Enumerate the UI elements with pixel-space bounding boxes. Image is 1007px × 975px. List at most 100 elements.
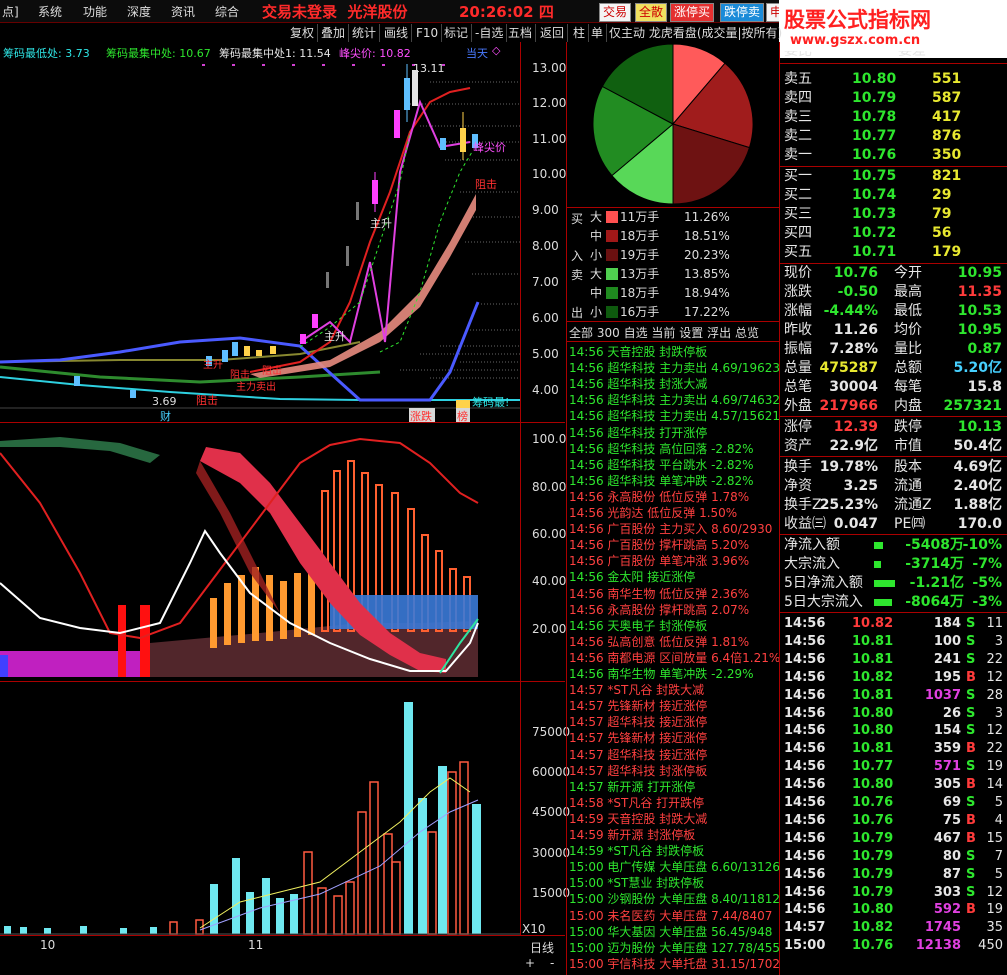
ticker-item[interactable]: 14:56 超华科技 高位回落 -2.82% <box>569 441 779 457</box>
ticker-item[interactable]: 14:59 *ST凡谷 封跌停板 <box>569 843 779 859</box>
quote-level-ask-4[interactable]: 卖一 10.76 350 <box>782 146 1006 165</box>
ticker-item[interactable]: 14:56 广百股份 单笔冲涨 3.96% <box>569 553 779 569</box>
ticker-item[interactable]: 14:56 超华科技 主力卖出 4.69/74632 <box>569 392 779 408</box>
trade-row: 15:00 10.76 12138 450 <box>782 937 1006 955</box>
ticker-tab-float[interactable]: 浮出 <box>707 326 731 340</box>
ticker-item[interactable]: 14:59 天音控股 封跌大减 <box>569 811 779 827</box>
ticker-tab-current[interactable]: 当前 <box>651 326 675 340</box>
ticker-time: 15:00 <box>569 924 608 939</box>
all-cancel-button[interactable]: 全散 <box>635 3 668 22</box>
ticker-item[interactable]: 15:00 未名医药 大单压盘 7.44/8407 <box>569 908 779 924</box>
ticker-item[interactable]: 14:56 天奥电子 封涨停板 <box>569 618 779 634</box>
trade-price: 10.76 <box>852 938 894 954</box>
ticker-item[interactable]: 14:56 弘高创意 低位反弹 1.81% <box>569 634 779 650</box>
ticker-tab-settings[interactable]: 设置 <box>679 326 703 340</box>
level-volume: 417 <box>932 109 962 125</box>
flow-bar <box>874 580 895 587</box>
tool-back[interactable]: 返回 <box>537 24 569 42</box>
quote-level-ask-3[interactable]: 卖二 10.77 876 <box>782 127 1006 146</box>
quote-level-ask-1[interactable]: 卖四 10.79 587 <box>782 89 1006 108</box>
ticker-item[interactable]: 15:00 宇信科技 大单托盘 31.15/1702 <box>569 956 779 972</box>
ticker-item[interactable]: 14:56 南华生物 低位反弹 2.36% <box>569 586 779 602</box>
ticker-item[interactable]: 14:56 永高股份 低位反弹 1.78% <box>569 489 779 505</box>
limit-up-buy-button[interactable]: 涨停买 <box>670 3 715 22</box>
zoom-out-button[interactable]: - <box>550 956 554 970</box>
menu-item-system[interactable]: 系统 <box>38 3 62 20</box>
quote-level-ask-0[interactable]: 卖五 10.80 551 <box>782 70 1006 89</box>
ticker-item[interactable]: 14:57 超华科技 封涨停板 <box>569 763 779 779</box>
tool-adjust[interactable]: 复权 <box>287 24 319 42</box>
menu-item-general[interactable]: 综合 <box>215 3 239 20</box>
ticker-item[interactable]: 14:57 先锋新材 接近涨停 <box>569 730 779 746</box>
ticker-tab-overview[interactable]: 总览 <box>735 326 759 340</box>
ticker-item[interactable]: 14:56 永高股份 撑杆跳高 2.07% <box>569 602 779 618</box>
ticker-event: 大单压盘 <box>659 924 712 939</box>
ticker-item[interactable]: 14:56 广百股份 撑杆跳高 5.20% <box>569 537 779 553</box>
zoom-in-button[interactable]: + <box>525 956 535 970</box>
order-flow-row: 小 16万手 17.22% <box>586 303 778 321</box>
trade-time: 14:56 <box>784 651 826 667</box>
tool-mark[interactable]: 标记 <box>441 24 473 42</box>
tool-stats[interactable]: 统计 <box>349 24 381 42</box>
tool-watchlist[interactable]: -自选 <box>472 24 508 42</box>
tool-single[interactable]: 单 <box>588 24 608 42</box>
ticker-item[interactable]: 14:59 新开源 封涨停板 <box>569 827 779 843</box>
ticker-item[interactable]: 14:56 南都电源 区间放量 6.4倍1.21% <box>569 650 779 666</box>
ticker-item[interactable]: 14:57 新开源 打开涨停 <box>569 779 779 795</box>
ticker-item[interactable]: 15:00 华大基因 大单压盘 56.45/948 <box>569 924 779 940</box>
ticker-item[interactable]: 15:00 迈为股份 大单压盘 127.78/455 <box>569 940 779 956</box>
trade-row: 14:56 10.79 87 S 5 <box>782 866 1006 884</box>
ticker-item[interactable]: 14:56 光韵达 低位反弹 1.50% <box>569 505 779 521</box>
ticker-item[interactable]: 14:56 超华科技 封涨大减 <box>569 376 779 392</box>
ticker-tab-all[interactable]: 全部 <box>569 326 593 340</box>
ticker-tab-watchlist[interactable]: 自选 <box>624 326 648 340</box>
quote-level-bid-3[interactable]: 买四 10.72 56 <box>782 224 1006 243</box>
quote-level-bid-0[interactable]: 买一 10.75 821 <box>782 167 1006 186</box>
block-tag-low: 阻击 <box>196 394 218 407</box>
trade-count: 19 <box>986 902 1003 918</box>
ticker-item[interactable]: 14:56 超华科技 单笔冲跌 -2.82% <box>569 473 779 489</box>
ticker-item[interactable]: 14:56 广百股份 主力买入 8.60/2930 <box>569 521 779 537</box>
ticker-item[interactable]: 15:00 *ST慧业 封跌停板 <box>569 875 779 891</box>
quote-level-bid-1[interactable]: 买二 10.74 29 <box>782 186 1006 205</box>
ticker-item[interactable]: 14:56 南华生物 单笔冲跌 -2.29% <box>569 666 779 682</box>
menu-item-function[interactable]: 功能 <box>83 3 107 20</box>
ticker-item[interactable]: 14:56 超华科技 平台跳水 -2.82% <box>569 457 779 473</box>
login-status: 交易未登录 光洋股份 <box>262 3 408 21</box>
stat-value: 0.87 <box>967 341 1002 357</box>
stat-row-5: 总量 475287 总额 5.20亿 <box>782 359 1006 378</box>
menu-item-news[interactable]: 资讯 <box>171 3 195 20</box>
ticker-time: 14:58 <box>569 795 608 810</box>
ticker-item[interactable]: 14:57 超华科技 接近涨停 <box>569 714 779 730</box>
quote-level-bid-2[interactable]: 买三 10.73 79 <box>782 205 1006 224</box>
ticker-item[interactable]: 15:00 电广传媒 大单压盘 6.60/13126 <box>569 859 779 875</box>
tool-overlay[interactable]: 叠加 <box>318 24 350 42</box>
period-daily[interactable]: 日线 <box>530 939 554 956</box>
ticker-item[interactable]: 14:56 超华科技 主力卖出 4.57/15621 <box>569 408 779 424</box>
ticker-item[interactable]: 14:57 先锋新材 接近涨停 <box>569 698 779 714</box>
low-price-label: 3.69 <box>152 395 177 408</box>
ticker-item[interactable]: 14:56 金太阳 接近涨停 <box>569 569 779 585</box>
ticker-item[interactable]: 14:56 超华科技 主力卖出 4.69/19623 <box>569 360 779 376</box>
tool-five-level[interactable]: 五档 <box>505 24 537 42</box>
ticker-item[interactable]: 14:58 *ST凡谷 打开跌停 <box>569 795 779 811</box>
ticker-item[interactable]: 15:00 沙钢股份 大单压盘 8.40/11812 <box>569 891 779 907</box>
trade-button[interactable]: 交易 <box>599 3 632 22</box>
ticker-item[interactable]: 14:57 超华科技 接近涨停 <box>569 747 779 763</box>
tool-bar[interactable]: 柱 <box>570 24 590 42</box>
quote-level-bid-4[interactable]: 买五 10.71 179 <box>782 243 1006 262</box>
tool-draw[interactable]: 画线 <box>381 24 413 42</box>
limit-down-sell-button[interactable]: 跌停卖 <box>720 3 765 22</box>
stat-label: 外盘 <box>784 398 812 414</box>
ticker-item[interactable]: 14:56 超华科技 打开涨停 <box>569 425 779 441</box>
quote-level-ask-2[interactable]: 卖三 10.78 417 <box>782 108 1006 127</box>
menu-item-left[interactable]: 点] <box>2 3 19 20</box>
ticker-item[interactable]: 14:56 天音控股 封跌停板 <box>569 344 779 360</box>
ticker-tab-300[interactable]: 300 <box>597 326 620 340</box>
stat3-row-2: 换手Z 25.23% 流通Z 1.88亿 <box>782 496 1006 515</box>
ticker-item[interactable]: 14:57 *ST凡谷 封跌大减 <box>569 682 779 698</box>
ticker-stock: 超华科技 <box>607 473 660 488</box>
stat-value: 15.8 <box>967 379 1002 395</box>
tool-f10[interactable]: F10 <box>413 24 443 42</box>
menu-item-depth[interactable]: 深度 <box>127 3 151 20</box>
